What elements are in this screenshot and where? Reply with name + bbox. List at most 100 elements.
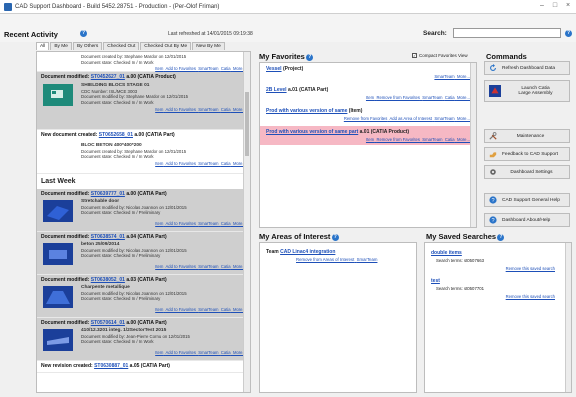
tab-by-me[interactable]: By Me <box>50 42 72 50</box>
doc-code-link[interactable]: ST0570614_01 <box>91 320 125 326</box>
saved-search-item[interactable]: double items Search terms: st0507663 Rem… <box>425 243 571 271</box>
action-item[interactable]: Item <box>366 95 374 100</box>
action-smarteam[interactable]: SmarTeam <box>198 66 218 71</box>
action-favorites[interactable]: Add to Favorites <box>165 161 196 166</box>
search-input[interactable] <box>453 28 561 38</box>
action-remove-favorite[interactable]: Remove from Favorites <box>344 116 388 121</box>
action-remove-favorite[interactable]: Remove from Favorites <box>376 95 420 100</box>
favorite-actions[interactable]: Item Remove from Favorites SmarTeam Cati… <box>266 95 470 100</box>
action-remove-favorite[interactable]: Remove from Favorites <box>376 137 420 142</box>
favorite-link[interactable]: 2B Level <box>266 87 287 93</box>
favorites-help-icon[interactable]: ? <box>306 54 314 62</box>
areas-help-icon[interactable]: ? <box>331 234 339 242</box>
list-item[interactable]: Document modified: ST0570614_01 a.00 (CA… <box>37 318 250 361</box>
doc-code-link[interactable]: ST0630887_01 <box>94 363 128 369</box>
action-smarteam[interactable]: SmarTeam <box>434 116 454 121</box>
doc-code-link[interactable]: ST0638052_01 <box>91 277 125 283</box>
area-team-link[interactable]: CAD Linac4 integration <box>280 249 335 255</box>
tab-all[interactable]: All <box>36 42 50 50</box>
action-favorites[interactable]: Add to Favorites <box>165 66 196 71</box>
action-smarteam[interactable]: SmarTeam <box>434 74 454 79</box>
minimize-icon[interactable]: – <box>536 2 548 9</box>
list-item[interactable]: Document modified: ST0452627_01 a.00 (CA… <box>37 72 250 130</box>
action-favorites[interactable]: Add to Favorites <box>165 307 196 312</box>
doc-code-link[interactable]: ST0638574_01 <box>91 234 125 240</box>
action-catia[interactable]: Catia <box>221 161 231 166</box>
doc-code-link[interactable]: ST0639777_01 <box>91 191 125 197</box>
tab-new-by-me[interactable]: New By Me <box>192 42 225 50</box>
doc-code-link[interactable]: ST0452627_01 <box>91 74 125 80</box>
action-catia[interactable]: Catia <box>221 107 231 112</box>
favorite-item[interactable]: Prod with various version of same (Item)… <box>260 105 476 124</box>
action-add-area[interactable]: Add as Area of Interest <box>389 116 432 121</box>
action-remove-area[interactable]: Remove from Areas of Interest <box>296 257 354 262</box>
action-smarteam[interactable]: SmarTeam <box>198 307 218 312</box>
favorite-item[interactable]: 2B Level a.01 (CATIA Part) Item Remove f… <box>260 84 476 103</box>
action-smarteam[interactable]: SmarTeam <box>198 264 218 269</box>
action-smarteam[interactable]: SmarTeam <box>198 161 218 166</box>
tab-checked-out-by-me[interactable]: Checked Out By Me <box>140 42 192 50</box>
recent-scrollbar[interactable] <box>243 52 250 392</box>
action-item[interactable]: Item <box>155 161 163 166</box>
favorite-actions[interactable]: SmarTeam More... <box>266 74 470 79</box>
action-smarteam[interactable]: SmarTeam <box>422 95 442 100</box>
compact-view-checkbox[interactable]: ✓ <box>412 53 417 58</box>
favorite-link[interactable]: Prod with various version of same <box>266 108 347 114</box>
about-help-button[interactable]: ? Dashboard About/Help <box>484 213 570 227</box>
favorite-actions[interactable]: Remove from Favorites Add as Area of Int… <box>266 116 470 121</box>
list-item[interactable]: Document modified: ST0639777_01 a.00 (CA… <box>37 189 250 232</box>
action-favorites[interactable]: Add to Favorites <box>165 107 196 112</box>
action-catia[interactable]: Catia <box>445 137 455 142</box>
saved-search-link[interactable]: test <box>431 278 565 284</box>
action-catia[interactable]: Catia <box>445 95 455 100</box>
doc-code-link[interactable]: ST0652658_01 <box>99 132 133 138</box>
list-item[interactable]: Document modified: ST0638052_01 a.03 (CA… <box>37 275 250 318</box>
action-more[interactable]: More... <box>457 95 470 100</box>
action-favorites[interactable]: Add to Favorites <box>165 350 196 355</box>
feedback-button[interactable]: Feedback to CAD Support <box>484 147 570 161</box>
list-item[interactable]: New revision created: ST0630887_01 a.05 … <box>37 361 250 373</box>
remove-saved-search-link[interactable]: Remove this saved search <box>431 294 565 299</box>
area-item[interactable]: Team CAD Linac4 integration Remove from … <box>260 243 416 268</box>
dashboard-settings-button[interactable]: Dashboard Settings <box>484 165 570 179</box>
action-item[interactable]: Item <box>155 66 163 71</box>
search-help-icon[interactable]: ? <box>565 30 572 37</box>
tab-by-others[interactable]: By Others <box>72 42 103 50</box>
action-catia[interactable]: Catia <box>221 66 231 71</box>
action-smarteam[interactable]: SmarTeam <box>198 350 218 355</box>
list-item[interactable]: Document modified: ST0638574_01 a.04 (CA… <box>37 232 250 275</box>
action-smarteam[interactable]: SmarTeam <box>422 137 442 142</box>
favorite-item-highlighted[interactable]: Prod with various version of same part a… <box>260 126 476 145</box>
tab-checked-out[interactable]: Checked Out <box>103 42 140 50</box>
action-item[interactable]: Item <box>155 350 163 355</box>
favorite-item[interactable]: Vessel (Project) SmarTeam More... <box>260 63 476 82</box>
launch-catia-button[interactable]: Launch Catia Large Assembly <box>484 80 570 102</box>
maintenance-button[interactable]: Maintenance <box>484 129 570 143</box>
action-item[interactable]: Item <box>366 137 374 142</box>
compact-view-toggle[interactable]: ✓ Compact Favorites View <box>412 53 468 58</box>
general-help-button[interactable]: ? CAD Support General Help <box>484 193 570 207</box>
favorite-link[interactable]: Vessel <box>266 66 282 72</box>
action-catia[interactable]: Catia <box>221 221 231 226</box>
maximize-icon[interactable]: □ <box>549 2 561 9</box>
action-smarteam[interactable]: SmarTeam <box>198 107 218 112</box>
action-more[interactable]: More... <box>457 74 470 79</box>
action-smarteam[interactable]: SmarTeam <box>357 257 378 262</box>
action-more[interactable]: More... <box>457 116 470 121</box>
close-icon[interactable]: × <box>562 2 574 9</box>
recent-scroll-thumb[interactable] <box>245 92 249 156</box>
favorite-link[interactable]: Prod with various version of same part <box>266 129 358 135</box>
action-item[interactable]: Item <box>155 221 163 226</box>
recent-help-icon[interactable]: ? <box>80 30 87 37</box>
action-catia[interactable]: Catia <box>221 350 231 355</box>
doc-actions[interactable]: Item Add to Favorites SmarTeam Catia Mor… <box>41 107 246 112</box>
doc-actions[interactable]: Item Add to Favorites SmarTeam Catia Mor… <box>41 161 246 166</box>
doc-actions[interactable]: Item Add to Favorites SmarTeam Catia Mor… <box>41 66 246 71</box>
action-smarteam[interactable]: SmarTeam <box>198 221 218 226</box>
action-item[interactable]: Item <box>155 264 163 269</box>
favorites-scrollbar[interactable] <box>470 63 476 227</box>
list-item[interactable]: New document created: ST0652658_01 a.00 … <box>37 130 250 174</box>
action-catia[interactable]: Catia <box>221 264 231 269</box>
refresh-dashboard-button[interactable]: Refresh Dashboard Data <box>484 61 570 75</box>
action-item[interactable]: Item <box>155 107 163 112</box>
